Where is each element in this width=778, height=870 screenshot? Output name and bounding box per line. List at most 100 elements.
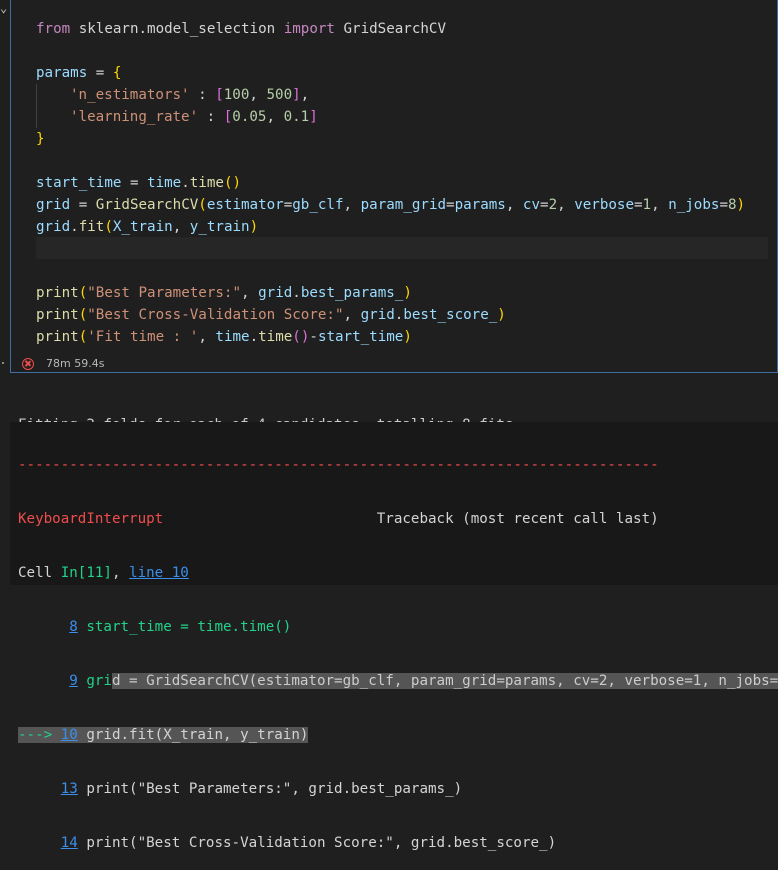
code-line-8: start_time = time.time(): [36, 172, 745, 194]
bracket: [: [215, 87, 224, 103]
cell-marker: [2, 362, 4, 364]
operator: ,: [557, 197, 575, 213]
operator: -: [309, 329, 318, 345]
arg-value: 1: [642, 197, 652, 213]
operator: =: [540, 197, 549, 213]
operator: :: [198, 109, 224, 125]
traceback-line: 13 print("Best Parameters:", grid.best_p…: [18, 778, 778, 800]
traceback-cell-ref: Cell In[11], line 10: [18, 562, 778, 584]
bracket: ): [403, 285, 412, 301]
bracket: ): [249, 219, 259, 235]
indent-guide: [36, 106, 70, 128]
dict-key: 'learning_rate': [70, 109, 199, 125]
function-name: print: [36, 285, 79, 301]
code-line-9: grid = GridSearchCV(estimator=gb_clf, pa…: [36, 194, 745, 216]
operator: ,: [266, 109, 284, 125]
operator: ,: [343, 307, 361, 323]
function-name: fit: [78, 219, 105, 235]
source-line: print("Best Parameters:", grid.best_para…: [77, 781, 463, 797]
import-name: GridSearchCV: [334, 21, 447, 37]
source-line: start_time = time.time(): [77, 619, 292, 635]
line-number-link[interactable]: 8: [69, 619, 78, 635]
module-name: sklearn.model_selection: [70, 21, 284, 37]
line-number-link[interactable]: 9: [69, 673, 78, 689]
traceback: ----------------------------------------…: [18, 422, 778, 870]
bracket: (: [78, 329, 88, 345]
code-editor[interactable]: from sklearn.model_selection import Grid…: [36, 18, 745, 348]
traceback-separator: ----------------------------------------…: [18, 457, 659, 473]
arg-value: y_train: [189, 219, 250, 235]
param-name: verbose: [574, 197, 634, 213]
traceback-line: 14 print("Best Cross-Validation Score:",…: [18, 832, 778, 854]
number: 100: [223, 87, 250, 103]
dict-key: 'n_estimators': [70, 87, 190, 103]
code-line-1: from sklearn.model_selection import Grid…: [36, 18, 745, 40]
var-name: start_time: [36, 175, 122, 191]
object-name: time: [147, 175, 182, 191]
operator: .: [249, 329, 259, 345]
bracket: ): [232, 175, 242, 191]
source-line-selected: d = GridSearchCV(estimator=gb_clf, param…: [111, 673, 778, 689]
operator: ,: [172, 219, 190, 235]
line-prefix: [18, 835, 61, 851]
line-number-link[interactable]: 14: [61, 835, 78, 851]
bracket: ): [736, 197, 746, 213]
operator: ,: [651, 197, 669, 213]
bracket: }: [36, 131, 45, 147]
operator: ,: [505, 197, 523, 213]
arg-value: 8: [727, 197, 737, 213]
code-line-3: params = {: [36, 62, 745, 84]
line-prefix: [18, 673, 69, 689]
operator: ,: [198, 329, 216, 345]
error-circle-icon: [22, 358, 34, 370]
object-name: grid: [258, 285, 293, 301]
keyword-from: from: [36, 21, 71, 37]
number: 500: [266, 87, 293, 103]
param-name: cv: [522, 197, 541, 213]
string: 'Fit time : ': [87, 329, 199, 345]
code-line-6: }: [36, 128, 745, 150]
operator: =: [634, 197, 643, 213]
object-name: grid: [360, 307, 395, 323]
collapse-chevron-icon[interactable]: ⌄: [0, 2, 7, 14]
operator: ,: [249, 87, 267, 103]
operator: ,: [241, 285, 259, 301]
function-name: time: [189, 175, 224, 191]
traceback-title: Traceback (most recent call last): [376, 511, 659, 527]
function-name: time: [258, 329, 293, 345]
var-name: params: [36, 65, 88, 81]
string: "Best Parameters:": [87, 285, 242, 301]
line-number-link[interactable]: 13: [61, 781, 78, 797]
bracket: (: [292, 329, 301, 345]
source-line: gri: [77, 673, 112, 689]
code-line-4: 'n_estimators' : [100, 500],: [36, 84, 745, 106]
source-line: print("Best Cross-Validation Score:", gr…: [77, 835, 557, 851]
bracket: (: [78, 285, 88, 301]
param-name: estimator: [206, 197, 284, 213]
param-name: n_jobs: [668, 197, 720, 213]
arg-value: 2: [548, 197, 558, 213]
code-line-14: print("Best Cross-Validation Score:", gr…: [36, 304, 745, 326]
operator: =: [283, 197, 293, 213]
bracket: ): [497, 307, 506, 323]
bracket: (: [78, 307, 88, 323]
line-prefix: [18, 781, 61, 797]
param-name: param_grid: [360, 197, 447, 213]
cell-status: 78m 59.4s: [22, 356, 104, 372]
line-link[interactable]: line 10: [129, 565, 189, 581]
object-name: grid: [36, 219, 71, 235]
cell-ref: In[11]: [60, 565, 112, 581]
bracket: (: [198, 197, 207, 213]
line-number-link[interactable]: 10: [60, 727, 78, 743]
bracket: {: [112, 65, 122, 81]
indent-guide: [36, 84, 70, 106]
function-name: print: [36, 329, 79, 345]
traceback-header: KeyboardInterrupt Traceback (most recent…: [18, 508, 778, 530]
object-name: time: [215, 329, 250, 345]
operator: =: [719, 197, 728, 213]
cell-label: Cell: [18, 565, 61, 581]
